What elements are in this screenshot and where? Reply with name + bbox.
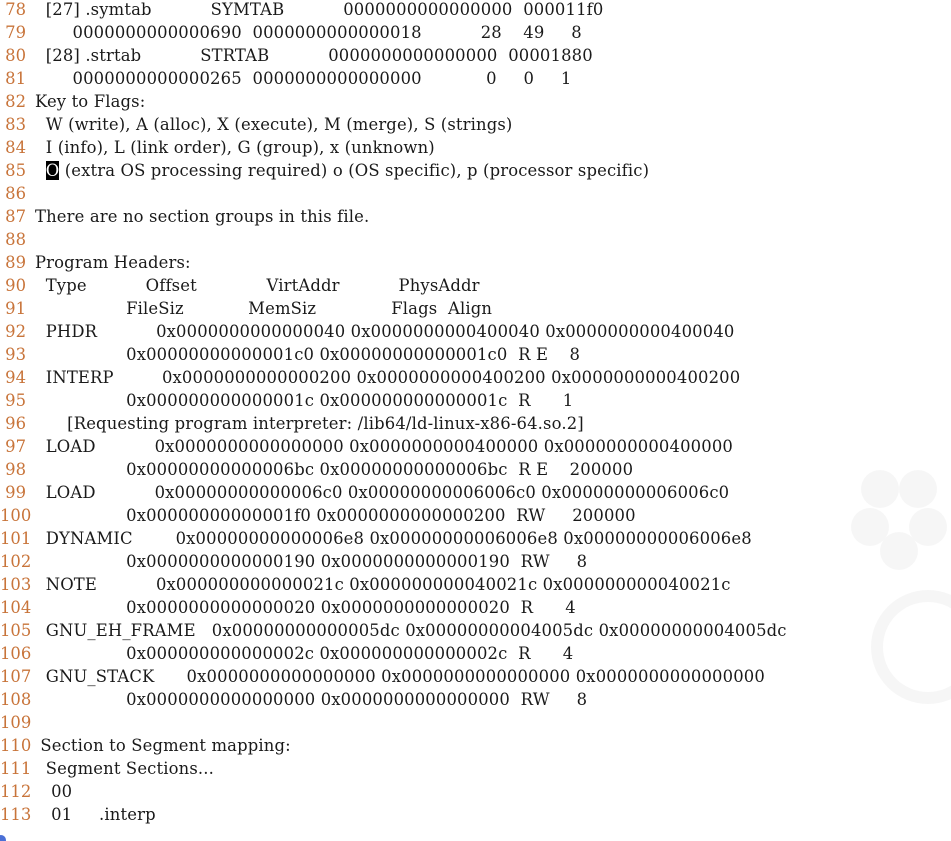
line-text[interactable]: 0x00000000000001f0 0x0000000000000200 RW… xyxy=(35,504,636,527)
line-number: 109 xyxy=(0,713,32,732)
line-number: 92 xyxy=(5,322,26,341)
background-flower-decoration xyxy=(851,470,951,704)
line-text[interactable]: [27] .symtab SYMTAB 0000000000000000 000… xyxy=(35,0,604,21)
line-text[interactable]: NOTE 0x000000000000021c 0x00000000004002… xyxy=(35,573,731,596)
line-number: 78 xyxy=(5,0,26,19)
line-text[interactable]: GNU_STACK 0x0000000000000000 0x000000000… xyxy=(35,665,765,688)
line-text[interactable]: 0x000000000000001c 0x000000000000001c R … xyxy=(35,389,573,412)
line-number: 108 xyxy=(0,690,32,709)
line-number: 112 xyxy=(0,782,32,801)
line-number: 84 xyxy=(5,138,26,157)
line-text[interactable]: Section to Segment mapping: xyxy=(35,734,291,757)
line-text[interactable]: 0x000000000000002c 0x000000000000002c R … xyxy=(35,642,573,665)
line-text[interactable]: Type Offset VirtAddr PhysAddr xyxy=(35,274,480,297)
line-number: 79 xyxy=(5,23,26,42)
line-text[interactable]: There are no section groups in this file… xyxy=(35,205,369,228)
line-text[interactable]: 0x0000000000000190 0x0000000000000190 RW… xyxy=(35,550,587,573)
line-number: 102 xyxy=(0,552,32,571)
line-number: 104 xyxy=(0,598,32,617)
line-number: 81 xyxy=(5,69,26,88)
line-number: 89 xyxy=(5,253,26,272)
line-text[interactable]: 00 xyxy=(35,780,72,803)
line-text[interactable]: O (extra OS processing required) o (OS s… xyxy=(35,159,649,182)
line-number: 93 xyxy=(5,345,26,364)
line-text[interactable]: 0x00000000000006bc 0x00000000000006bc R … xyxy=(35,458,633,481)
line-number: 86 xyxy=(5,184,26,203)
line-number: 103 xyxy=(0,575,32,594)
line-number: 94 xyxy=(5,368,26,387)
line-number: 91 xyxy=(5,299,26,318)
line-number: 110 xyxy=(0,736,32,755)
line-number: 82 xyxy=(5,92,26,111)
line-text[interactable]: FileSiz MemSiz Flags Align xyxy=(35,297,492,320)
line-number: 85 xyxy=(5,161,26,180)
line-text[interactable]: Program Headers: xyxy=(35,251,191,274)
line-text[interactable]: 0x00000000000001c0 0x00000000000001c0 R … xyxy=(35,343,580,366)
text-cursor: O xyxy=(45,161,60,180)
text-editor[interactable]: 78 [27] .symtab SYMTAB 0000000000000000 … xyxy=(0,0,951,841)
line-text[interactable]: 01 .interp xyxy=(35,803,156,826)
line-text[interactable]: 0000000000000265 0000000000000000 0 0 1 xyxy=(35,67,572,90)
line-text[interactable]: 0x0000000000000000 0x0000000000000000 RW… xyxy=(35,688,587,711)
line-number: 113 xyxy=(0,805,32,824)
line-number: 97 xyxy=(5,437,26,456)
line-number: 87 xyxy=(5,207,26,226)
line-text[interactable]: [28] .strtab STRTAB 0000000000000000 000… xyxy=(35,44,593,67)
line-number: 111 xyxy=(0,759,32,778)
line-text[interactable]: PHDR 0x0000000000000040 0x00000000004000… xyxy=(35,320,735,343)
line-number: 101 xyxy=(0,529,32,548)
line-number: 106 xyxy=(0,644,32,663)
line-number: 105 xyxy=(0,621,32,640)
line-number: 107 xyxy=(0,667,32,686)
line-text-rest: (extra OS processing required) o (OS spe… xyxy=(59,161,650,180)
line-text[interactable]: GNU_EH_FRAME 0x00000000000005dc 0x000000… xyxy=(35,619,787,642)
line-text[interactable]: LOAD 0x00000000000006c0 0x00000000006006… xyxy=(35,481,729,504)
line-text[interactable]: Key to Flags: xyxy=(35,90,145,113)
line-text[interactable]: 0x0000000000000020 0x0000000000000020 R … xyxy=(35,596,576,619)
line-text[interactable]: I (info), L (link order), G (group), x (… xyxy=(35,136,435,159)
status-dot-icon xyxy=(0,835,6,841)
line-number: 80 xyxy=(5,46,26,65)
line-text[interactable]: [Requesting program interpreter: /lib64/… xyxy=(35,412,584,435)
line-number: 98 xyxy=(5,460,26,479)
line-number: 100 xyxy=(0,506,32,525)
line-text[interactable]: DYNAMIC 0x00000000000006e8 0x00000000006… xyxy=(35,527,752,550)
line-number: 96 xyxy=(5,414,26,433)
line-number: 99 xyxy=(5,483,26,502)
line-number: 88 xyxy=(5,230,26,249)
line-text[interactable]: W (write), A (alloc), X (execute), M (me… xyxy=(35,113,513,136)
line-text[interactable]: 0000000000000690 0000000000000018 28 49 … xyxy=(35,21,582,44)
line-text[interactable]: LOAD 0x0000000000000000 0x00000000004000… xyxy=(35,435,733,458)
line-text[interactable]: INTERP 0x0000000000000200 0x000000000040… xyxy=(35,366,740,389)
line-number: 95 xyxy=(5,391,26,410)
line-text[interactable]: Segment Sections... xyxy=(35,757,214,780)
line-number: 83 xyxy=(5,115,26,134)
line-number: 90 xyxy=(5,276,26,295)
